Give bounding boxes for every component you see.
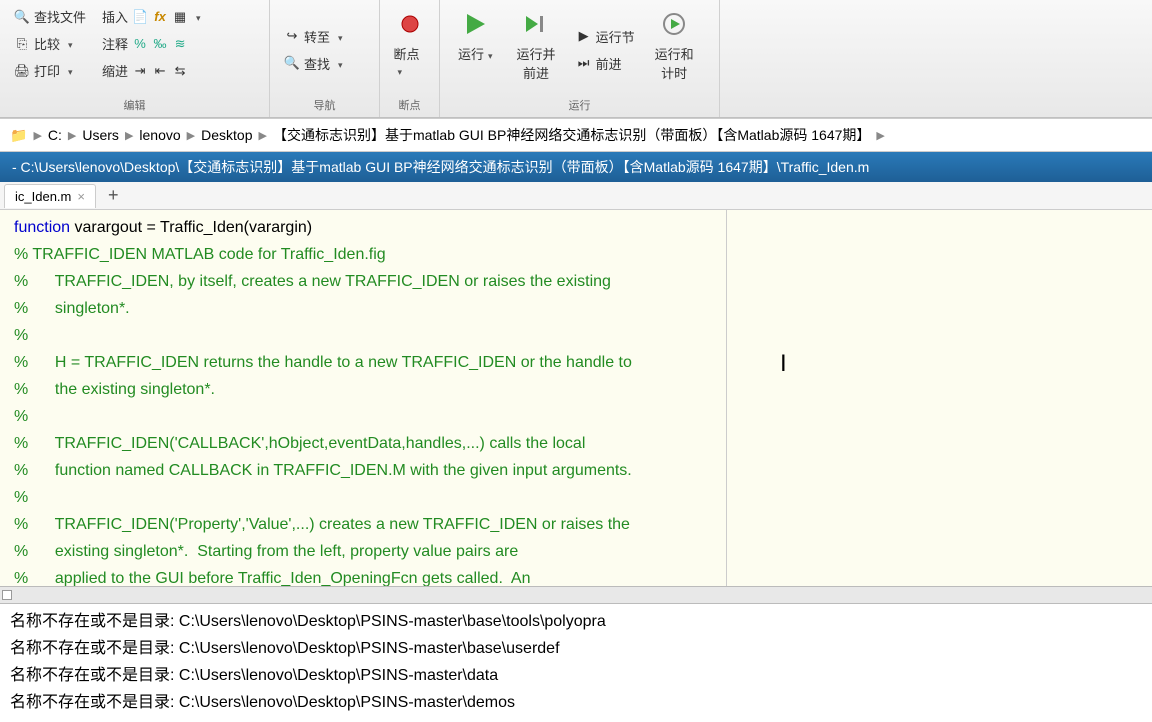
run-section-icon: ▶ — [576, 28, 592, 44]
run-time-button[interactable]: 运行和 计时 — [645, 4, 704, 95]
breadcrumb-drive[interactable]: C: — [48, 127, 62, 143]
editor-tabs: ic_Iden.m × + — [0, 182, 1152, 210]
run-advance-icon — [520, 8, 552, 40]
ribbon-toolbar: 🔍查找文件 ⎘比较 🖨打印 插入📄fx▦ 注释%‰≋ 缩进⇥⇤⇆ 编辑 ↪转至 … — [0, 0, 1152, 118]
indent-button[interactable]: 缩进⇥⇤⇆ — [96, 58, 207, 83]
breadcrumb-seg[interactable]: Users — [82, 127, 119, 143]
comment-icon: % — [132, 36, 148, 52]
find-files-button[interactable]: 🔍查找文件 — [8, 4, 92, 29]
compare-button[interactable]: ⎘比较 — [8, 31, 92, 56]
print-button[interactable]: 🖨打印 — [8, 58, 92, 83]
command-window[interactable]: 名称不存在或不是目录: C:\Users\lenovo\Desktop\PSIN… — [0, 604, 1152, 722]
run-time-icon — [658, 8, 690, 40]
run-advance-button[interactable]: 运行并 前进 — [507, 4, 566, 95]
edit-group-label: 编辑 — [8, 95, 261, 113]
file-tab[interactable]: ic_Iden.m × — [4, 184, 96, 208]
run-icon — [459, 8, 491, 40]
folder-icon: 📁 — [10, 127, 27, 144]
code-editor[interactable]: function varargout = Traffic_Iden(vararg… — [0, 210, 1152, 586]
run-group-label: 运行 — [448, 95, 711, 113]
breakpoint-group-label: 断点 — [388, 95, 431, 113]
uncomment-icon: ‰ — [152, 36, 168, 52]
fx-icon: fx — [152, 9, 168, 25]
tab-label: ic_Iden.m — [15, 189, 71, 204]
print-icon: 🖨 — [14, 63, 30, 79]
breakpoint-button[interactable]: 断点 — [384, 4, 436, 95]
breadcrumb: 📁 ▶ C:▶ Users▶ lenovo▶ Desktop▶ 【交通标志识别】… — [0, 118, 1152, 152]
smart-indent-icon: ⇆ — [172, 63, 188, 79]
run-button[interactable]: 运行 — [448, 4, 503, 95]
insert-icon: 📄 — [132, 9, 148, 25]
editor-titlebar: - C:\Users\lenovo\Desktop\【交通标志识别】基于matl… — [0, 152, 1152, 182]
comment-button[interactable]: 注释%‰≋ — [96, 31, 207, 56]
advance-button[interactable]: ⏭前进 — [570, 51, 641, 76]
tab-close-button[interactable]: × — [77, 189, 85, 204]
goto-icon: ↪ — [284, 28, 300, 44]
compare-icon: ⎘ — [14, 36, 30, 52]
section-icon: ▦ — [172, 9, 188, 25]
text-cursor: I — [780, 350, 787, 378]
nav-group-label: 导航 — [278, 95, 371, 113]
advance-icon: ⏭ — [576, 55, 592, 71]
divider-handle-icon — [2, 590, 12, 600]
editor-ruler — [726, 210, 727, 586]
find-files-icon: 🔍 — [14, 9, 30, 25]
goto-button[interactable]: ↪转至 — [278, 24, 349, 49]
breadcrumb-seg[interactable]: 【交通标志识别】基于matlab GUI BP神经网络交通标志识别（带面板）【含… — [273, 125, 870, 145]
breadcrumb-seg[interactable]: lenovo — [139, 127, 180, 143]
wrap-icon: ≋ — [172, 36, 188, 52]
run-section-button[interactable]: ▶运行节 — [570, 24, 641, 49]
breakpoint-icon — [394, 8, 426, 40]
breadcrumb-seg[interactable]: Desktop — [201, 127, 252, 143]
insert-button[interactable]: 插入📄fx▦ — [96, 4, 207, 29]
find-button[interactable]: 🔍查找 — [278, 51, 349, 76]
indent-icon: ⇥ — [132, 63, 148, 79]
new-tab-button[interactable]: + — [98, 183, 129, 208]
panel-divider[interactable] — [0, 586, 1152, 604]
search-icon: 🔍 — [284, 55, 300, 71]
outdent-icon: ⇤ — [152, 63, 168, 79]
